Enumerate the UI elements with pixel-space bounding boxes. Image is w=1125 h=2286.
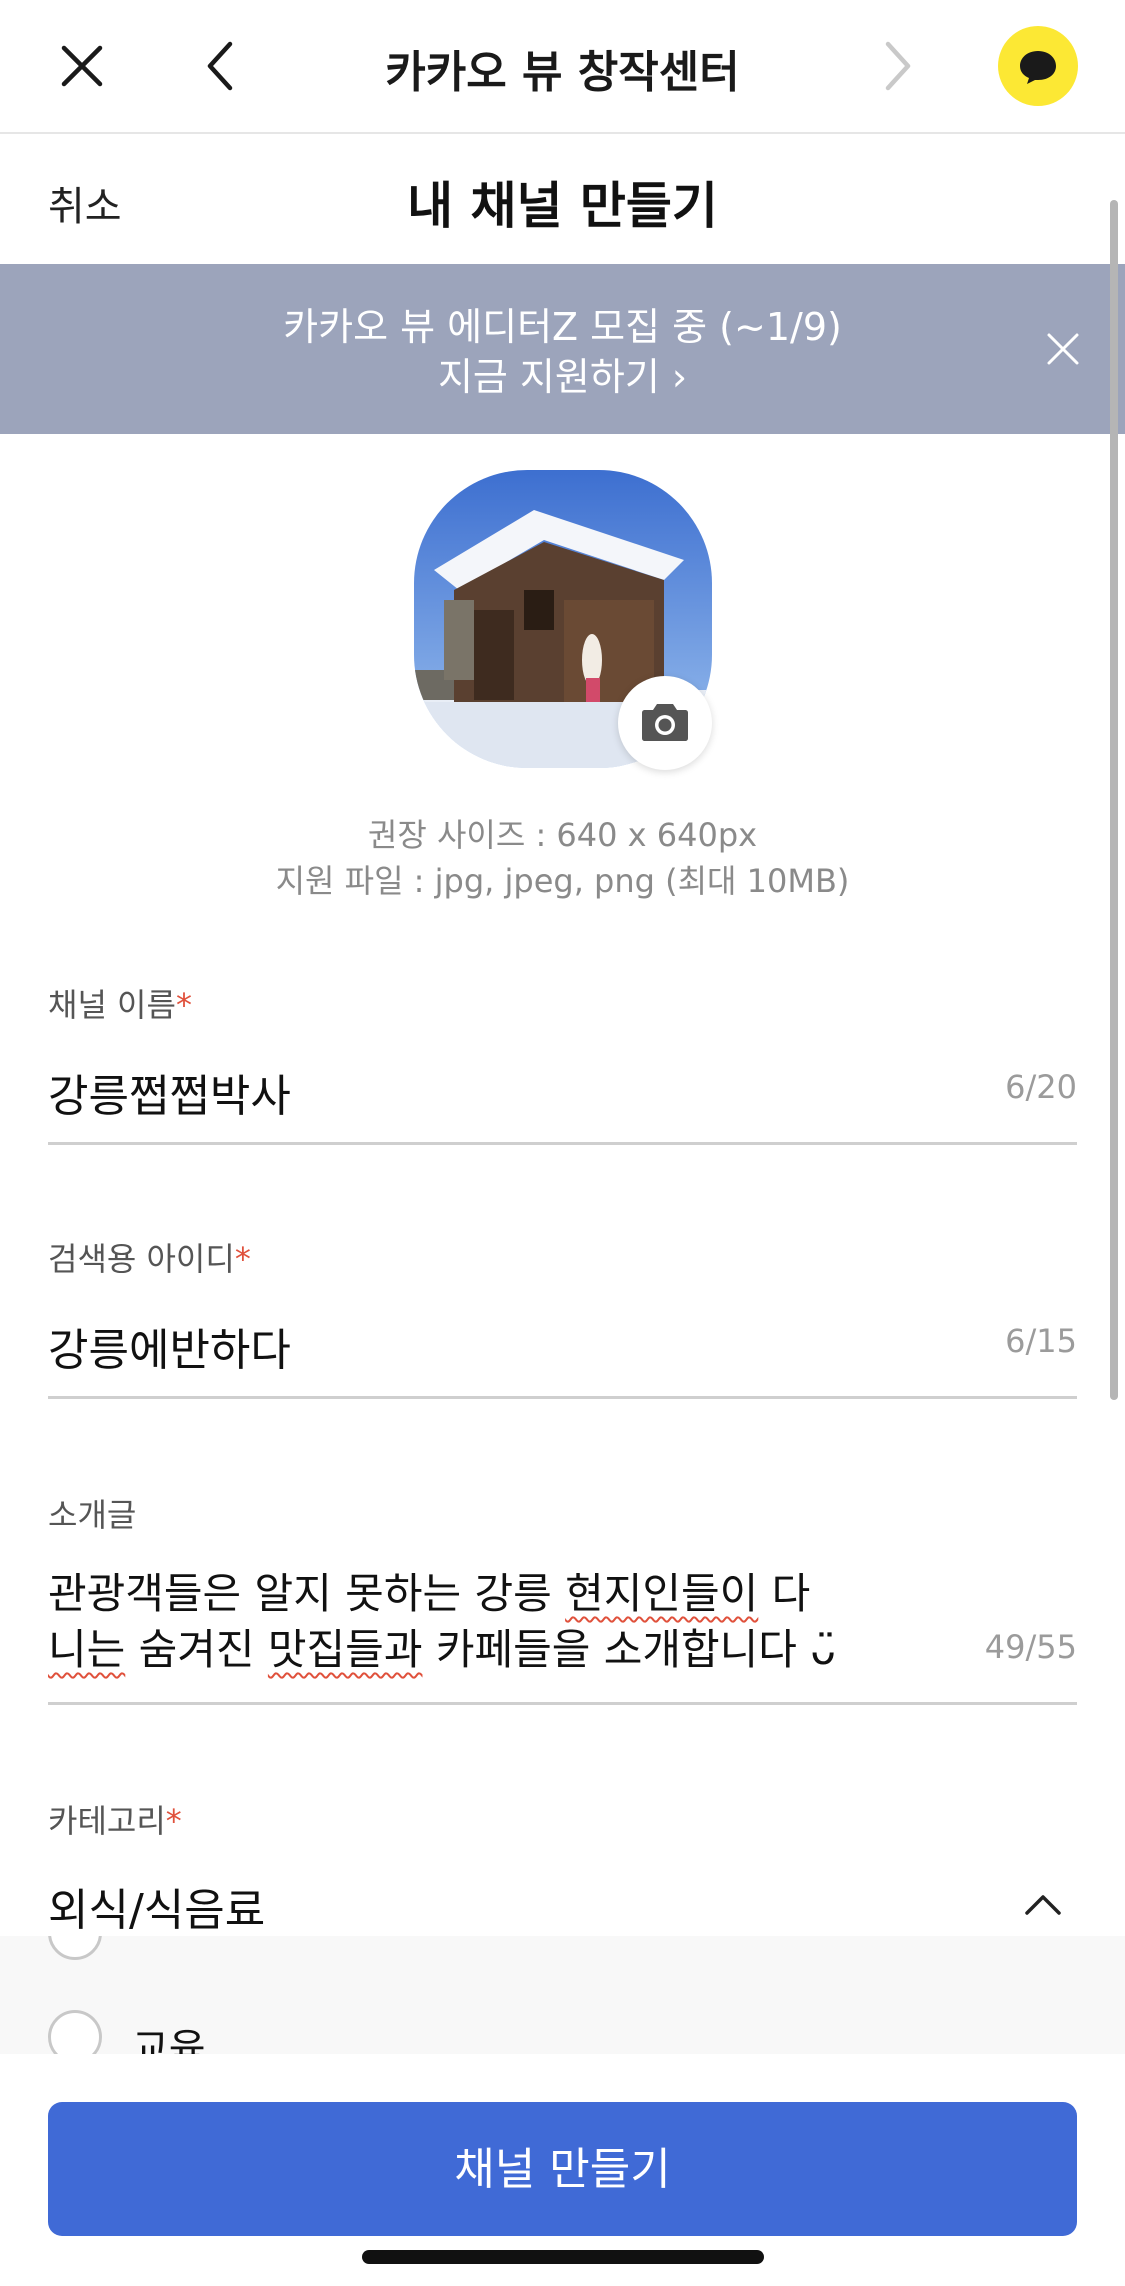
category-select[interactable]: 외식/식음료 <box>48 1874 265 1938</box>
recruit-banner[interactable]: 카카오 뷰 에디터Z 모집 중 (~1/9) 지금 지원하기 › <box>0 264 1125 434</box>
intro-textarea[interactable]: 관광객들은 알지 못하는 강릉 현지인들이 다 니는 숨겨진 맛집들과 카페들을… <box>48 1566 928 1678</box>
required-mark: * <box>175 986 192 1024</box>
search-id-label-text: 검색용 아이디 <box>48 1240 235 1278</box>
intro-line-2: 니는 숨겨진 맛집들과 카페들을 소개합니다 ᴗ̈ <box>48 1622 928 1678</box>
create-channel-button[interactable]: 채널 만들기 <box>48 2102 1077 2236</box>
intro-text: 숨겨진 <box>125 1625 268 1674</box>
smile-emoji: ᴗ̈ <box>810 1625 836 1674</box>
intro-text: 니는 <box>48 1625 126 1674</box>
banner-close-icon[interactable] <box>1046 332 1080 366</box>
intro-label: 소개글 <box>48 1496 137 1534</box>
change-photo-button[interactable] <box>618 676 712 770</box>
kakao-chat-button[interactable] <box>998 26 1078 106</box>
channel-name-input[interactable]: 강릉쩝쩝박사 <box>48 1060 291 1124</box>
intro-text: 카페들을 소개합니다 <box>422 1625 811 1674</box>
banner-link[interactable]: 지금 지원하기 › <box>0 346 1125 401</box>
channel-name-counter: 6/20 <box>1005 1068 1077 1106</box>
category-radio-education[interactable] <box>48 2010 102 2054</box>
intro-text: 다 <box>758 1569 811 1618</box>
file-hint: 지원 파일 : jpg, jpeg, png (최대 10MB) <box>275 862 850 900</box>
home-indicator <box>362 2250 764 2264</box>
page-title: 내 채널 만들기 <box>407 177 718 235</box>
category-label: 카테고리* <box>48 1796 182 1842</box>
search-id-underline <box>48 1396 1077 1399</box>
channel-name-label-text: 채널 이름 <box>48 986 176 1024</box>
page-header: 취소 내 채널 만들기 <box>0 134 1125 264</box>
browser-title: 카카오 뷰 창작센터 <box>385 47 740 98</box>
intro-counter: 49/55 <box>984 1628 1077 1666</box>
search-id-label: 검색용 아이디* <box>48 1234 251 1280</box>
intro-text: 맛집들과 <box>267 1625 423 1674</box>
chat-bubble-icon <box>1020 51 1056 84</box>
banner-text: 카카오 뷰 에디터Z 모집 중 (~1/9) <box>283 305 842 349</box>
scrollbar[interactable] <box>1110 200 1118 1400</box>
category-label-text: 카테고리 <box>48 1802 166 1840</box>
channel-name-underline <box>48 1142 1077 1145</box>
chevron-up-icon[interactable] <box>1024 1892 1062 1916</box>
search-id-counter: 6/15 <box>1005 1322 1077 1360</box>
intro-underline <box>48 1702 1077 1705</box>
category-radio[interactable] <box>48 1936 102 1960</box>
intro-text: 현지인들이 <box>565 1569 759 1618</box>
category-dropdown: 교육 <box>0 1936 1125 2054</box>
intro-line-1: 관광객들은 알지 못하는 강릉 현지인들이 다 <box>48 1566 928 1622</box>
forward-icon[interactable] <box>880 40 916 92</box>
channel-name-label: 채널 이름* <box>48 980 192 1026</box>
browser-toolbar: 카카오 뷰 창작센터 <box>0 0 1125 134</box>
search-id-input[interactable]: 강릉에반하다 <box>48 1314 291 1378</box>
camera-icon <box>642 704 688 741</box>
size-hint: 권장 사이즈 : 640 x 640px <box>367 816 758 854</box>
category-option-education[interactable]: 교육 <box>132 2016 206 2054</box>
required-mark: * <box>234 1240 251 1278</box>
required-mark: * <box>165 1802 182 1840</box>
intro-text: 관광객들은 알지 못하는 강릉 <box>48 1569 566 1618</box>
